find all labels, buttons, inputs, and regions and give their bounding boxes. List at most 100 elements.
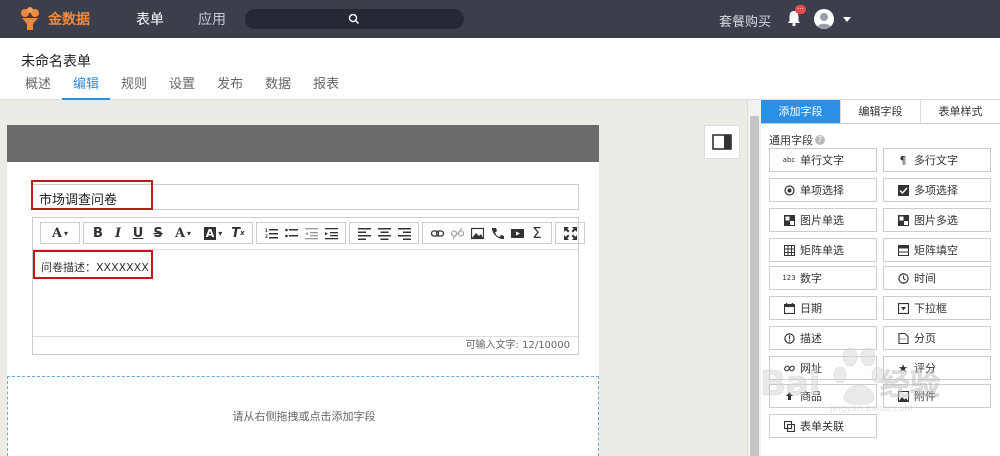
- field-form-relation[interactable]: 表单关联: [769, 414, 877, 438]
- strikethrough-icon[interactable]: S: [148, 223, 168, 243]
- page-title: 未命名表单: [21, 54, 91, 70]
- field-product[interactable]: 商品: [769, 384, 877, 408]
- field-label: 描述: [800, 332, 822, 345]
- field-single-choice[interactable]: 单项选择: [769, 178, 877, 202]
- calendar-icon: [783, 302, 795, 314]
- field-single-line[interactable]: abc 单行文字: [769, 148, 877, 172]
- drop-zone[interactable]: 请从右侧拖拽或点击添加字段: [7, 376, 599, 456]
- editor-footer: 可输入文字: 12/10000: [33, 336, 578, 354]
- dropdown-icon: [897, 302, 909, 314]
- indent-icon[interactable]: [321, 223, 341, 243]
- field-description[interactable]: 描述: [769, 326, 877, 350]
- attachment-icon: [897, 390, 909, 402]
- abc-icon: abc: [782, 156, 796, 164]
- form-header: 未命名表单 概述 编辑 规则 设置 发布 数据 报表: [0, 38, 1000, 100]
- tab-rules[interactable]: 规则: [110, 77, 158, 100]
- search-input[interactable]: [245, 9, 464, 29]
- underline-icon[interactable]: U: [128, 223, 148, 243]
- field-label: 日期: [800, 302, 822, 315]
- help-icon[interactable]: ?: [815, 135, 825, 145]
- field-label: 多项选择: [914, 184, 958, 197]
- notification-badge: ···: [795, 5, 806, 14]
- field-label: 图片单选: [800, 214, 844, 227]
- tab-add-field[interactable]: 添加字段: [761, 100, 840, 123]
- tab-overview[interactable]: 概述: [14, 77, 62, 100]
- toolbar-group-align: [349, 222, 419, 244]
- field-label: 数字: [800, 272, 822, 285]
- field-multi-choice[interactable]: 多项选择: [883, 178, 991, 202]
- chevron-down-icon[interactable]: [843, 17, 851, 22]
- tab-settings[interactable]: 设置: [158, 77, 206, 100]
- window-icon: [712, 134, 732, 150]
- tab-form-style[interactable]: 表单样式: [920, 100, 1000, 123]
- field-url[interactable]: 网址: [769, 356, 877, 380]
- preview-button[interactable]: [704, 125, 740, 159]
- align-right-icon[interactable]: [394, 223, 414, 243]
- field-label: 单项选择: [800, 184, 844, 197]
- bullet-list-icon[interactable]: [281, 223, 301, 243]
- tab-edit-field[interactable]: 编辑字段: [840, 100, 920, 123]
- fullscreen-icon[interactable]: [560, 223, 580, 243]
- italic-icon[interactable]: I: [108, 223, 128, 243]
- link-icon[interactable]: [427, 223, 447, 243]
- field-multi-line[interactable]: ¶ 多行文字: [883, 148, 991, 172]
- field-time[interactable]: 时间: [883, 266, 991, 290]
- outdent-icon[interactable]: [301, 223, 321, 243]
- avatar[interactable]: [814, 9, 834, 29]
- field-image-multi[interactable]: 图片多选: [883, 208, 991, 232]
- form-banner: [7, 125, 599, 162]
- svg-text:2: 2: [265, 234, 268, 239]
- tab-edit[interactable]: 编辑: [62, 77, 111, 100]
- field-label: 矩阵单选: [800, 244, 844, 257]
- scrollbar-thumb[interactable]: [750, 116, 759, 456]
- toolbar-group-view: [555, 222, 585, 244]
- field-pagination[interactable]: 分页: [883, 326, 991, 350]
- tab-data[interactable]: 数据: [254, 77, 302, 100]
- field-label: 单行文字: [800, 154, 844, 167]
- toolbar-group-insert: Σ: [422, 222, 552, 244]
- tab-publish[interactable]: 发布: [206, 77, 254, 100]
- brand-name: 金数据: [48, 12, 90, 28]
- link-icon: [783, 362, 795, 374]
- matrix-radio-icon: [783, 244, 795, 256]
- form-canvas: 市场调查问卷 A ▾ B I U S A ▾ A ▾ Tx 12 Σ 问卷描述：…: [7, 125, 599, 456]
- toolbar-group-font: A ▾: [40, 222, 80, 244]
- title-highlight-box: [31, 180, 153, 210]
- text-color-icon[interactable]: A ▾: [168, 223, 198, 243]
- field-dropdown[interactable]: 下拉框: [883, 296, 991, 320]
- description-editor[interactable]: A ▾ B I U S A ▾ A ▾ Tx 12 Σ 问卷描述：XXXXXXX…: [32, 217, 585, 355]
- field-rating[interactable]: ★ 评分: [883, 356, 991, 380]
- field-number[interactable]: 123 数字: [769, 266, 877, 290]
- field-label: 商品: [800, 390, 822, 403]
- nav-item-forms[interactable]: 表单: [124, 9, 176, 29]
- nav-item-apps[interactable]: 应用: [186, 9, 238, 29]
- scrollbar[interactable]: [747, 100, 761, 456]
- align-left-icon[interactable]: [354, 223, 374, 243]
- formula-icon[interactable]: Σ: [527, 223, 547, 243]
- field-label: 矩阵填空: [914, 244, 958, 257]
- image-icon[interactable]: [467, 223, 487, 243]
- video-icon[interactable]: [507, 223, 527, 243]
- tab-report[interactable]: 报表: [302, 77, 350, 100]
- field-label: 表单关联: [800, 420, 844, 433]
- background-color-icon[interactable]: A ▾: [198, 223, 228, 243]
- phone-icon[interactable]: [487, 223, 507, 243]
- matrix-fill-icon: [897, 244, 909, 256]
- field-date[interactable]: 日期: [769, 296, 877, 320]
- logo-icon: [21, 7, 39, 30]
- field-image-single[interactable]: 图片单选: [769, 208, 877, 232]
- field-matrix-fill[interactable]: 矩阵填空: [883, 238, 991, 262]
- ordered-list-icon[interactable]: 12: [261, 223, 281, 243]
- font-size-button[interactable]: A ▾: [45, 223, 75, 243]
- logo[interactable]: 金数据: [18, 7, 114, 31]
- form-tabs: 概述 编辑 规则 设置 发布 数据 报表: [14, 77, 350, 100]
- align-center-icon[interactable]: [374, 223, 394, 243]
- field-matrix-single[interactable]: 矩阵单选: [769, 238, 877, 262]
- bold-icon[interactable]: B: [88, 223, 108, 243]
- description-highlight-box: [33, 250, 153, 279]
- clear-format-icon[interactable]: Tx: [228, 223, 248, 243]
- field-attachment[interactable]: 附件: [883, 384, 991, 408]
- plan-purchase-link[interactable]: 套餐购买: [719, 11, 771, 30]
- section-title: 通用字段 ?: [769, 132, 825, 148]
- unlink-icon[interactable]: [447, 223, 467, 243]
